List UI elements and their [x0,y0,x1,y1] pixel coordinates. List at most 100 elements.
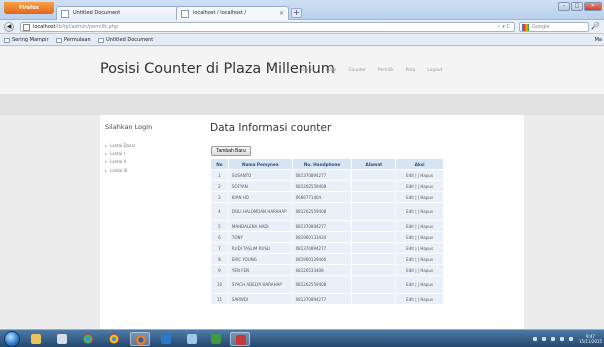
bookmarks-menu[interactable]: Ma [595,35,602,46]
cell-no: 9 [210,264,229,276]
search-icon[interactable]: 🔎 [591,22,600,30]
sidebar-item-lantai-dasar[interactable]: Lantai Dasar [105,142,135,150]
edit-hapus-links[interactable]: Edit | | Hapus [395,169,444,181]
content-panel: Silahkan Login Lantai Dasar Lantai I Lan… [100,115,524,329]
cell-nama: RUDI TASLIM RUSLI [227,242,293,254]
chrome-icon[interactable] [78,332,98,346]
page-icon [181,10,189,18]
edit-hapus-links[interactable]: Edit | | Hapus [395,202,444,221]
nav-pemilik[interactable]: Pemilik [378,68,394,73]
sidebar-item-lantai-1[interactable]: Lantai I [105,150,135,158]
browser-tab-bar: Firefox Untitled Document × localhost / … [0,0,604,29]
edit-hapus-links[interactable]: Edit | | Hapus [395,264,444,276]
access-icon[interactable] [230,332,250,346]
edit-hapus-links[interactable]: Edit | | Hapus [395,180,444,192]
table-row: 11 SARWDI 081370894277 Edit | | Hapus [210,293,444,305]
cell-handphone: 081370894277 [291,293,353,305]
cell-handphone: 081370894277 [291,169,353,181]
edit-hapus-links[interactable]: Edit | | Hapus [395,242,444,254]
chrome-alt-icon[interactable] [104,332,124,346]
flag-icon[interactable] [550,337,555,341]
edit-hapus-links[interactable]: Edit | | Hapus [395,191,444,203]
search-input[interactable]: Google [519,22,589,32]
add-new-button[interactable]: Tambah Baru [211,146,251,156]
cell-handphone: 081370894277 [291,220,353,232]
table-row: 4 DOLI HALOMOAN HARAHAP 081262559408 Edit |… [210,202,444,221]
tray-arrow-icon[interactable] [532,337,537,341]
explorer-icon[interactable] [26,332,46,346]
site-identity-icon[interactable] [23,24,30,31]
nav-data[interactable]: Data [326,68,336,73]
cell-handphone: 081262559408 [291,275,353,294]
minimize-button[interactable]: – [558,2,570,11]
cell-handphone: 081960129466 [291,253,353,265]
sidebar-item-lantai-3[interactable]: Lantai III [105,167,135,175]
media-player-icon[interactable] [156,332,176,346]
bookmark-permulaan[interactable]: Permulaan [56,35,91,46]
page-icon [61,10,69,18]
tab-untitled-document[interactable]: Untitled Document × [56,6,190,20]
cell-no: 6 [210,231,229,243]
firefox-icon[interactable] [130,332,150,346]
cell-no: 11 [210,293,229,305]
clock[interactable]: 9:47 15/11/2015 [579,334,602,344]
navigation-bar: ◀ localhost/ib/tpl/admin/pemilik.php ☆ ▾… [0,20,604,34]
network-icon[interactable] [541,337,546,341]
maximize-button[interactable]: □ [571,2,583,11]
close-window-button[interactable]: ✕ [584,2,602,11]
edit-hapus-links[interactable]: Edit | | Hapus [395,293,444,305]
google-icon[interactable] [522,24,529,31]
nav-home[interactable]: Home [301,68,314,73]
cell-nama: DOLI HALOMOAN HARAHAP [227,202,293,221]
firefox-menu-button[interactable]: Firefox [4,2,54,14]
bookmark-icon [56,38,62,43]
cell-handphone: 08126533408 [291,264,353,276]
notepad-icon[interactable] [182,332,202,346]
cell-handphone: 081960133434 [291,231,353,243]
nav-logout[interactable]: Logout [427,68,442,73]
url-bar[interactable]: localhost/ib/tpl/admin/pemilik.php ☆ ▾ C [20,22,515,32]
sidebar-item-lantai-2[interactable]: Lantai II [105,158,135,166]
top-navigation: Home Data Counter Pemilik Peta Logout [301,68,454,73]
col-no: No [210,158,229,170]
cell-alamat [351,231,397,243]
edit-hapus-links[interactable]: Edit | | Hapus [395,253,444,265]
site-title: Posisi Counter di Plaza Millenium [100,61,335,77]
edit-hapus-links[interactable]: Edit | | Hapus [395,275,444,294]
cell-alamat [351,242,397,254]
edit-hapus-links[interactable]: Edit | | Hapus [395,220,444,232]
paint-icon[interactable] [52,332,72,346]
table-row: 8 ERIC YOUNG 081960129466 Edit | | Hapus [210,253,444,265]
start-button[interactable] [4,331,20,347]
col-alamat: Alamat [351,158,397,170]
cell-alamat [351,191,397,203]
table-row: 9 YEN FEN 08126533408 Edit | | Hapus [210,264,444,276]
bookmark-label: Untitled Document [106,37,154,43]
bookmark-label: Permulaan [64,37,91,43]
nav-counter[interactable]: Counter [348,68,366,73]
system-tray: 9:47 15/11/2015 [528,332,602,346]
cell-alamat [351,264,397,276]
cell-nama: SUSANTO [227,169,293,181]
battery-icon[interactable] [559,337,564,341]
cell-no: 7 [210,242,229,254]
nav-peta[interactable]: Peta [406,68,416,73]
tab-phpmyadmin[interactable]: localhost / localhost / skripsi_counter.… [176,6,289,29]
excel-icon[interactable] [206,332,226,346]
volume-icon[interactable] [568,337,573,341]
cell-alamat [351,293,397,305]
url-controls[interactable]: ☆ ▾ C [496,23,510,32]
table-row: 10 SYACH ADELYA HARAHAP 081262559408 Edit |… [210,275,444,294]
bookmark-label: Sering Mampir [12,37,49,43]
table-row: 5 MAHDALENA HADI 081370894277 Edit | | Hapu… [210,220,444,232]
close-tab-icon[interactable]: × [279,7,284,20]
cell-handphone: 081262559408 [291,180,353,192]
new-tab-button[interactable]: + [291,8,302,18]
floor-list: Lantai Dasar Lantai I Lantai II Lantai I… [105,142,135,175]
cell-handphone: 081262559408 [291,202,353,221]
bookmark-sering-mampir[interactable]: Sering Mampir [4,35,49,46]
edit-hapus-links[interactable]: Edit | | Hapus [395,231,444,243]
back-arrow-icon[interactable]: ◀ [4,22,14,32]
search-placeholder: Google [532,24,550,30]
bookmark-untitled-document[interactable]: Untitled Document [98,35,153,46]
